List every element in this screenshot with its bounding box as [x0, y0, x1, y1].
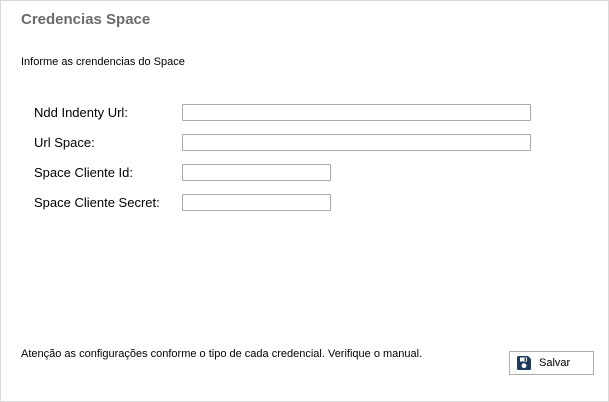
ndd-identy-url-input[interactable]	[182, 104, 531, 121]
credentials-panel: Credencias Space Informe as crendencias …	[0, 0, 609, 402]
space-cliente-secret-label: Space Cliente Secret:	[34, 195, 160, 210]
ndd-identy-url-label: Ndd Indenty Url:	[34, 105, 128, 120]
save-button-label: Salvar	[539, 357, 571, 369]
space-cliente-secret-input[interactable]	[182, 194, 331, 211]
space-cliente-id-input[interactable]	[182, 164, 331, 181]
panel-title: Credencias Space	[21, 11, 151, 28]
panel-subtitle: Informe as crendencias do Space	[21, 56, 185, 68]
space-cliente-id-label: Space Cliente Id:	[34, 165, 134, 180]
save-button[interactable]: Salvar	[509, 351, 594, 375]
configuration-warning-note: Atenção as configurações conforme o tipo…	[21, 348, 423, 360]
url-space-input[interactable]	[182, 134, 531, 151]
floppy-disk-icon	[516, 355, 532, 371]
url-space-label: Url Space:	[34, 135, 95, 150]
